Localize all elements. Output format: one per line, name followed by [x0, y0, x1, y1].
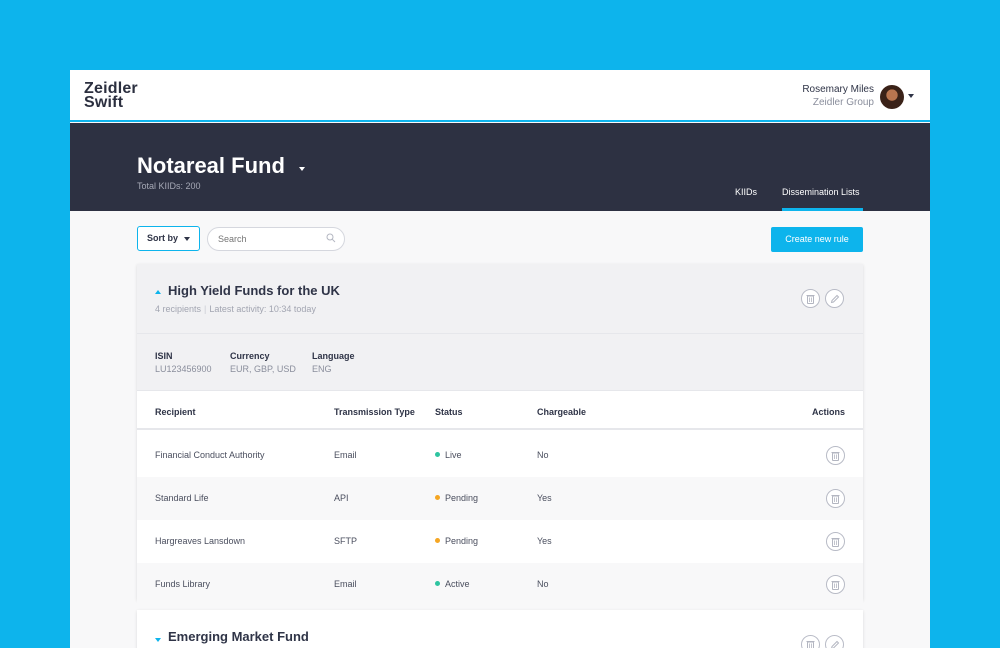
transmission-type-cell: Email [334, 579, 357, 589]
trash-icon [831, 452, 840, 461]
chevron-down-icon [184, 237, 190, 241]
table-row: Financial Conduct Authority Email Live N… [137, 434, 863, 477]
dissemination-list-card[interactable]: Emerging Market Fund [137, 610, 863, 648]
user-info[interactable]: Rosemary Miles Zeidler Group [802, 83, 874, 109]
isin-label: ISIN [155, 351, 173, 361]
sort-by-label: Sort by [147, 233, 179, 243]
list-title: Emerging Market Fund [168, 629, 309, 644]
list-details: ISIN LU123456900 Currency EUR, GBP, USD … [137, 334, 863, 391]
recipient-cell: Financial Conduct Authority [155, 450, 265, 460]
table-row: Funds Library Email Active No [137, 563, 863, 606]
status-cell: Pending [435, 493, 478, 503]
column-transmission-type[interactable]: Transmission Type [334, 407, 415, 417]
status-cell: Live [435, 450, 462, 460]
language-field: Language ENG [312, 350, 355, 376]
chargeable-cell: No [537, 579, 549, 589]
status-cell: Pending [435, 536, 478, 546]
status-cell: Active [435, 579, 470, 589]
transmission-type-cell: Email [334, 450, 357, 460]
transmission-type-cell: API [334, 493, 349, 503]
list-summary: 4 recipients | Latest activity: 10:34 toda… [155, 304, 316, 314]
user-menu-caret-icon[interactable] [908, 94, 914, 98]
table-header: Recipient Transmission Type Status Charg… [137, 391, 863, 430]
status-dot-icon [435, 538, 440, 543]
active-tab-indicator [782, 208, 863, 211]
brand-logo[interactable]: Zeidler Swift [84, 81, 138, 111]
delete-row-button[interactable] [826, 489, 845, 508]
trash-icon [831, 538, 840, 547]
trash-icon [831, 581, 840, 590]
status-label: Pending [445, 493, 479, 503]
app-window: Zeidler Swift Rosemary Miles Zeidler Gro… [70, 70, 930, 648]
currency-value: EUR, GBP, USD [230, 364, 296, 374]
sort-by-button[interactable]: Sort by [137, 226, 200, 251]
currency-label: Currency [230, 351, 270, 361]
column-recipient[interactable]: Recipient [155, 407, 196, 417]
recipient-count: 4 recipients [155, 304, 202, 314]
delete-list-button[interactable] [801, 635, 820, 648]
separator: | [204, 304, 207, 314]
recipient-cell: Standard Life [155, 493, 209, 503]
fund-title[interactable]: Notareal Fund [137, 153, 285, 179]
delete-row-button[interactable] [826, 575, 845, 594]
column-chargeable[interactable]: Chargeable [537, 407, 586, 417]
delete-list-button[interactable] [801, 289, 820, 308]
column-actions: Actions [811, 407, 845, 417]
dissemination-list-card: High Yield Funds for the UK 4 recipients… [137, 264, 863, 606]
fund-dropdown-caret-icon[interactable] [299, 167, 305, 171]
fund-total-kiids: Total KIIDs: 200 [137, 181, 201, 191]
edit-list-button[interactable] [825, 635, 844, 648]
tab-dissemination-lists[interactable]: Dissemination Lists [782, 187, 860, 197]
create-new-rule-button[interactable]: Create new rule [771, 227, 863, 252]
status-dot-icon [435, 452, 440, 457]
language-label: Language [312, 351, 355, 361]
user-name: Rosemary Miles [802, 84, 874, 95]
latest-activity: Latest activity: 10:34 today [209, 304, 316, 314]
fund-header: Notareal Fund Total KIIDs: 200 KIIDs Dis… [70, 123, 930, 211]
brand-line2: Swift [84, 94, 124, 111]
chargeable-cell: No [537, 450, 549, 460]
language-value: ENG [312, 364, 332, 374]
isin-field: ISIN LU123456900 [155, 350, 212, 376]
avatar[interactable] [880, 85, 904, 109]
delete-row-button[interactable] [826, 532, 845, 551]
recipient-cell: Hargreaves Lansdown [155, 536, 246, 546]
expand-chevron-icon[interactable] [155, 638, 161, 642]
table-row: Hargreaves Lansdown SFTP Pending Yes [137, 520, 863, 563]
chargeable-cell: Yes [537, 493, 552, 503]
trash-icon [831, 495, 840, 504]
trash-icon [806, 641, 815, 648]
column-status[interactable]: Status [435, 407, 463, 417]
list-title: High Yield Funds for the UK [168, 283, 340, 298]
status-dot-icon [435, 581, 440, 586]
list-card-header[interactable]: High Yield Funds for the UK 4 recipients… [137, 264, 863, 334]
collapse-chevron-icon[interactable] [155, 290, 161, 294]
chargeable-cell: Yes [537, 536, 552, 546]
status-label: Active [445, 579, 470, 589]
pencil-icon [831, 640, 840, 648]
trash-icon [806, 295, 815, 304]
search-icon[interactable] [326, 233, 336, 243]
status-label: Live [445, 450, 462, 460]
status-label: Pending [445, 536, 479, 546]
tab-kiids[interactable]: KIIDs [735, 187, 757, 197]
transmission-type-cell: SFTP [334, 536, 358, 546]
currency-field: Currency EUR, GBP, USD [230, 350, 296, 376]
user-org: Zeidler Group [812, 97, 874, 108]
search-input[interactable] [207, 227, 345, 251]
recipient-cell: Funds Library [155, 579, 211, 589]
table-row: Standard Life API Pending Yes [137, 477, 863, 520]
top-bar: Zeidler Swift Rosemary Miles Zeidler Gro… [70, 70, 930, 122]
delete-row-button[interactable] [826, 446, 845, 465]
edit-list-button[interactable] [825, 289, 844, 308]
pencil-icon [830, 294, 840, 304]
status-dot-icon [435, 495, 440, 500]
isin-value: LU123456900 [155, 364, 212, 374]
